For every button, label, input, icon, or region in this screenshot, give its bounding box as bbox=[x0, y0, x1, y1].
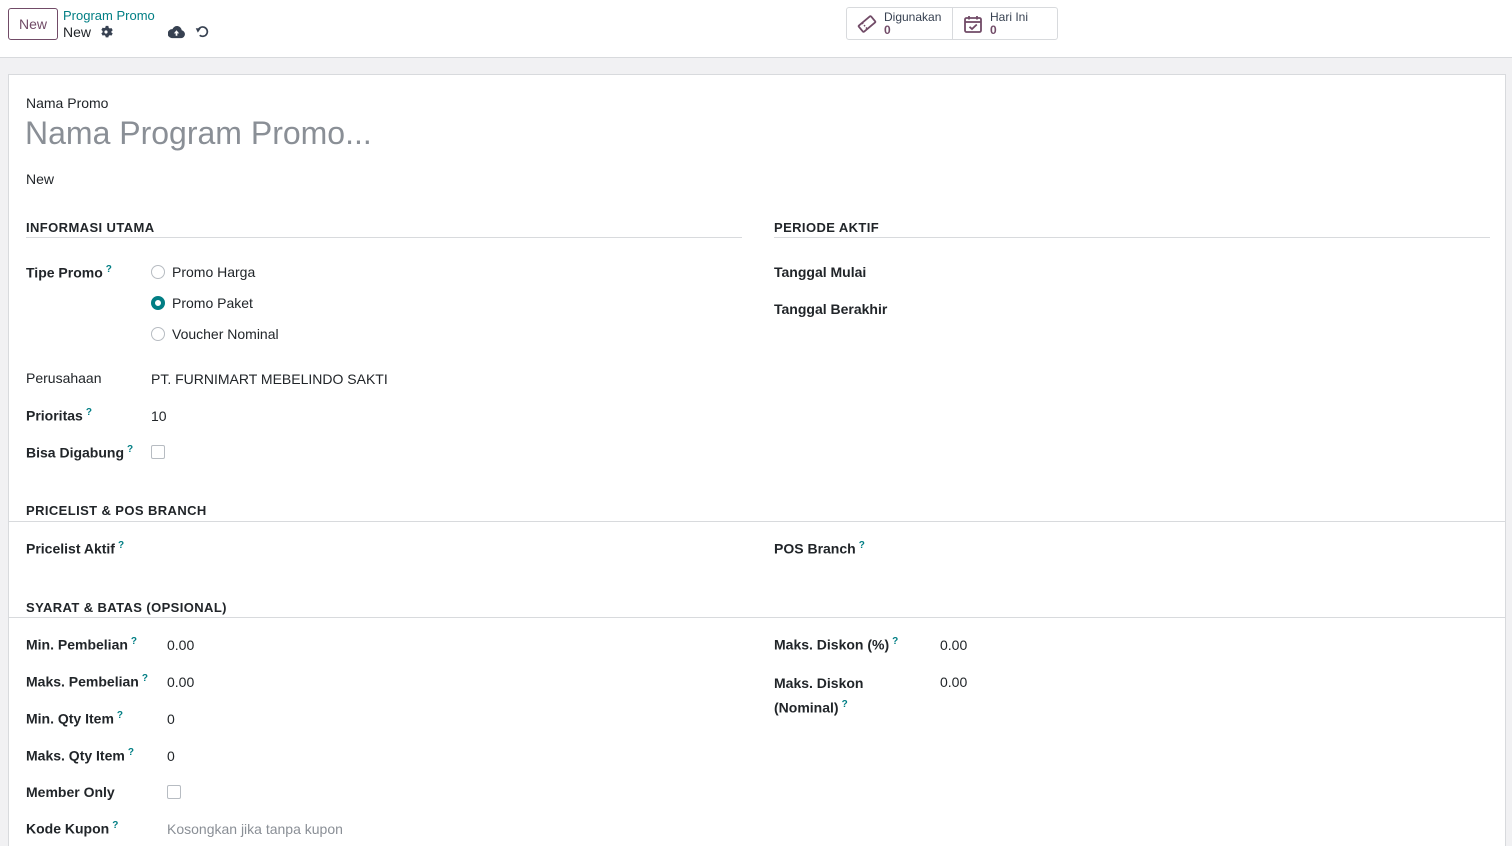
radio-label[interactable]: Promo Harga bbox=[172, 264, 255, 280]
ticket-icon bbox=[857, 14, 877, 33]
help-icon[interactable]: ? bbox=[128, 747, 134, 758]
start-date-label: Tanggal Mulai bbox=[774, 264, 867, 280]
help-icon[interactable]: ? bbox=[892, 636, 898, 647]
help-icon[interactable]: ? bbox=[859, 540, 865, 551]
help-icon[interactable]: ? bbox=[86, 407, 92, 418]
record-name: New bbox=[63, 24, 92, 40]
new-button[interactable]: New bbox=[8, 8, 58, 40]
combinable-checkbox[interactable] bbox=[151, 445, 165, 459]
help-icon[interactable]: ? bbox=[142, 673, 148, 684]
promo-type-label: Tipe Promo? bbox=[26, 264, 112, 281]
coupon-code-label: Kode Kupon? bbox=[26, 820, 119, 837]
help-icon[interactable]: ? bbox=[118, 540, 124, 551]
divider bbox=[9, 617, 1505, 618]
max-discount-pct-label: Maks. Diskon (%)? bbox=[774, 636, 899, 653]
max-qty-field[interactable]: 0 bbox=[167, 748, 175, 764]
max-qty-label: Maks. Qty Item? bbox=[26, 747, 134, 764]
name-label: Nama Promo bbox=[26, 95, 109, 111]
stat-label: Hari Ini bbox=[990, 9, 1029, 24]
stat-label: Digunakan bbox=[884, 9, 942, 24]
member-only-label: Member Only bbox=[26, 784, 115, 800]
min-qty-field[interactable]: 0 bbox=[167, 711, 175, 727]
max-discount-nominal-field[interactable]: 0.00 bbox=[940, 674, 967, 690]
radio-promo-paket[interactable] bbox=[151, 296, 165, 310]
end-date-label: Tanggal Berakhir bbox=[774, 301, 888, 317]
radio-promo-harga[interactable] bbox=[151, 265, 165, 279]
section-title-pricelist: PRICELIST & POS BRANCH bbox=[26, 503, 207, 518]
pos-branch-label: POS Branch? bbox=[774, 540, 865, 557]
company-field[interactable]: PT. FURNIMART MEBELINDO SAKTI bbox=[151, 371, 388, 387]
divider bbox=[26, 237, 742, 238]
section-title-conditions: SYARAT & BATAS (OPSIONAL) bbox=[26, 600, 227, 615]
gear-icon[interactable] bbox=[99, 25, 113, 39]
max-discount-nominal-label: Maks. Diskon (Nominal)? bbox=[774, 675, 864, 716]
divider bbox=[774, 237, 1490, 238]
help-icon[interactable]: ? bbox=[106, 264, 112, 275]
stat-value: 0 bbox=[884, 22, 891, 37]
calendar-check-icon bbox=[964, 15, 982, 33]
control-panel: New Program Promo New Digunakan 0 Hari I… bbox=[0, 0, 1512, 58]
max-purchase-field[interactable]: 0.00 bbox=[167, 674, 194, 690]
help-icon[interactable]: ? bbox=[117, 710, 123, 721]
min-purchase-label: Min. Pembelian? bbox=[26, 636, 138, 653]
stat-button-digunakan[interactable]: Digunakan 0 bbox=[847, 8, 952, 39]
help-icon[interactable]: ? bbox=[112, 820, 118, 831]
pricelist-active-label: Pricelist Aktif? bbox=[26, 540, 125, 557]
priority-field[interactable]: 10 bbox=[151, 408, 167, 424]
divider bbox=[9, 521, 1505, 522]
radio-label[interactable]: Promo Paket bbox=[172, 295, 253, 311]
help-icon[interactable]: ? bbox=[131, 636, 137, 647]
combinable-label: Bisa Digabung? bbox=[26, 444, 134, 461]
radio-label[interactable]: Voucher Nominal bbox=[172, 326, 279, 342]
help-icon[interactable]: ? bbox=[127, 444, 133, 455]
stat-value: 0 bbox=[990, 22, 997, 37]
form-sheet: Nama Promo Nama Program Promo... New INF… bbox=[8, 74, 1506, 846]
breadcrumb-program-promo[interactable]: Program Promo bbox=[63, 8, 155, 23]
max-discount-pct-field[interactable]: 0.00 bbox=[940, 637, 967, 653]
stat-button-hari-ini[interactable]: Hari Ini 0 bbox=[952, 8, 1057, 39]
section-title-main-info: INFORMASI UTAMA bbox=[26, 220, 155, 235]
priority-label: Prioritas? bbox=[26, 407, 92, 424]
smart-buttons: Digunakan 0 Hari Ini 0 bbox=[846, 7, 1058, 40]
cloud-upload-icon[interactable] bbox=[168, 25, 185, 39]
coupon-code-input[interactable]: Kosongkan jika tanpa kupon bbox=[167, 821, 343, 837]
min-purchase-field[interactable]: 0.00 bbox=[167, 637, 194, 653]
radio-voucher-nominal[interactable] bbox=[151, 327, 165, 341]
member-only-checkbox[interactable] bbox=[167, 785, 181, 799]
section-title-active-period: PERIODE AKTIF bbox=[774, 220, 880, 235]
undo-icon[interactable] bbox=[195, 24, 210, 39]
promo-name-input[interactable]: Nama Program Promo... bbox=[25, 115, 372, 152]
record-state: New bbox=[26, 171, 55, 187]
min-qty-label: Min. Qty Item? bbox=[26, 710, 124, 727]
help-icon[interactable]: ? bbox=[842, 699, 848, 710]
max-purchase-label: Maks. Pembelian? bbox=[26, 673, 148, 690]
company-label: Perusahaan bbox=[26, 370, 102, 386]
